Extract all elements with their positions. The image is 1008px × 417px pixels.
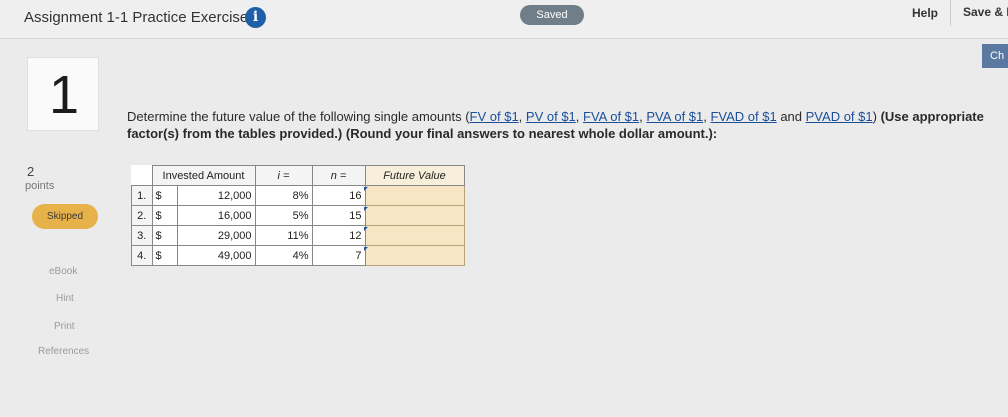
save-exit-button[interactable]: Save & E [950,0,1008,26]
periods-value: 7 [355,249,362,262]
row-index: 3. [131,225,153,246]
points-value: 2 [27,164,35,179]
future-value-input[interactable] [364,185,465,206]
periods-value: 12 [349,229,362,242]
invested-amount: 16,000 [176,205,256,226]
row-index: 2. [131,205,153,226]
hint-link[interactable]: Hint [56,293,74,304]
references-link[interactable]: References [38,346,89,357]
periods-value: 16 [349,189,362,202]
question-number-box: 1 [27,57,99,131]
header-spacer [131,165,153,186]
header-periods: n = [311,165,366,186]
periods: 7 [311,245,368,266]
skipped-badge: Skipped [32,204,98,229]
saved-status: Saved [520,5,584,25]
link-fv[interactable]: FV of $1 [470,109,519,124]
ebook-link[interactable]: eBook [49,266,77,277]
points-label: points [25,180,55,192]
header-future-value: Future Value [364,165,465,186]
question-text: Determine the future value of the follow… [127,109,984,141]
flag-icon [363,227,368,231]
header-interest-rate: i = [254,165,313,186]
invested-amount: 49,000 [176,245,256,266]
table-row: 3. $ 29,000 11% 12 [131,225,465,246]
periods-value: 15 [349,209,362,222]
interest-rate: 5% [254,205,313,226]
flag-icon [363,247,368,251]
header-invested-amount: Invested Amount [151,165,256,186]
assignment-title: Assignment 1-1 Practice Exercises [24,9,256,26]
future-value-input[interactable] [364,245,465,266]
interest-rate: 8% [254,185,313,206]
question-number: 1 [48,65,80,125]
table-header-row: Invested Amount i = n = Future Value [131,165,465,186]
row-index: 1. [131,185,153,206]
invested-amount: 12,000 [176,185,256,206]
link-pvad[interactable]: PVAD of $1 [806,109,873,124]
link-pva[interactable]: PVA of $1 [646,109,703,124]
table-row: 4. $ 49,000 4% 7 [131,245,465,266]
invested-amount: 29,000 [176,225,256,246]
question-intro: Determine the future value of the follow… [127,109,470,124]
dollar-sign: $ [151,225,178,246]
flag-icon [363,187,368,191]
table-row: 1. $ 12,000 8% 16 [131,185,465,206]
dollar-sign: $ [151,245,178,266]
top-bar: Assignment 1-1 Practice Exercises i Save… [0,0,1008,39]
link-fvad[interactable]: FVAD of $1 [710,109,776,124]
row-index: 4. [131,245,153,266]
info-icon[interactable]: i [245,7,266,28]
interest-rate: 4% [254,245,313,266]
future-value-table: Invested Amount i = n = Future Value 1. … [131,165,465,266]
interest-rate: 11% [254,225,313,246]
link-pv[interactable]: PV of $1 [526,109,576,124]
periods: 15 [311,205,368,226]
periods: 12 [311,225,368,246]
help-button[interactable]: Help [912,6,938,20]
future-value-input[interactable] [364,205,465,226]
link-fva[interactable]: FVA of $1 [583,109,639,124]
dollar-sign: $ [151,205,178,226]
periods: 16 [311,185,368,206]
check-my-work-button[interactable]: Ch [982,44,1008,68]
flag-icon [363,207,368,211]
future-value-input[interactable] [364,225,465,246]
print-link[interactable]: Print [54,321,75,332]
dollar-sign: $ [151,185,178,206]
table-row: 2. $ 16,000 5% 15 [131,205,465,226]
